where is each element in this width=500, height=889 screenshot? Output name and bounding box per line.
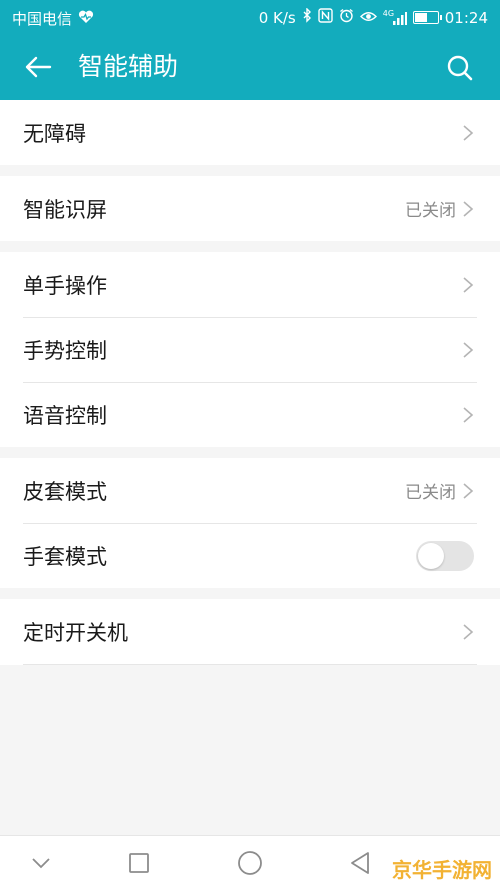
signal-label: 4G xyxy=(382,8,395,18)
chevron-right-icon xyxy=(463,406,474,423)
row-label: 智能识屏 xyxy=(23,197,107,222)
page-title: 智能辅助 xyxy=(78,52,179,81)
row-flip-cover-mode[interactable]: 皮套模式 已关闭 xyxy=(0,458,500,523)
row-glove-mode: 手套模式 xyxy=(0,523,500,588)
settings-group: 单手操作 手势控制 语音控制 xyxy=(0,252,500,447)
triangle-back-icon xyxy=(351,852,369,874)
row-label: 皮套模式 xyxy=(23,479,107,504)
row-scheduled-power[interactable]: 定时开关机 xyxy=(0,599,500,664)
chevron-right-icon xyxy=(463,276,474,293)
row-label: 语音控制 xyxy=(23,403,107,428)
settings-group: 定时开关机 xyxy=(0,599,500,665)
row-smart-screen-recognition[interactable]: 智能识屏 已关闭 xyxy=(0,176,500,241)
circle-icon xyxy=(238,851,262,875)
settings-group: 无障碍 xyxy=(0,100,500,165)
chevron-right-icon xyxy=(463,341,474,358)
chevron-right-icon xyxy=(463,200,474,217)
chevron-down-icon xyxy=(32,858,50,869)
carrier-label: 中国电信 xyxy=(12,10,73,28)
watermark: 京华手游网 xyxy=(392,854,492,883)
settings-group: 智能识屏 已关闭 xyxy=(0,176,500,241)
chevron-right-icon xyxy=(463,482,474,499)
settings-group: 皮套模式 已关闭 手套模式 xyxy=(0,458,500,588)
row-label: 手势控制 xyxy=(23,338,107,363)
row-gesture-control[interactable]: 手势控制 xyxy=(0,317,500,382)
settings-list: 无障碍 智能识屏 已关闭 单手操作 手势控制 语音控制 皮套模式 已关闭 手套模… xyxy=(0,100,500,665)
watermark-text: 京华手游网 xyxy=(392,858,492,882)
toggle-knob xyxy=(418,542,444,569)
row-label: 单手操作 xyxy=(23,273,107,298)
divider xyxy=(23,664,477,665)
clock: 01:24 xyxy=(444,8,488,27)
glove-mode-toggle[interactable] xyxy=(416,540,474,571)
search-button[interactable] xyxy=(440,50,480,86)
row-label: 定时开关机 xyxy=(23,620,128,645)
eye-icon xyxy=(359,9,377,27)
search-icon xyxy=(447,55,473,81)
chevron-right-icon xyxy=(463,623,474,640)
battery-icon xyxy=(412,11,442,24)
square-icon xyxy=(129,853,149,873)
home-button[interactable] xyxy=(230,848,270,878)
status-bar: 中国电信 0 K/s 4G 01:24 xyxy=(0,0,500,34)
back-arrow-icon xyxy=(25,56,52,78)
recents-button[interactable] xyxy=(119,848,159,878)
status-text: 已关闭 xyxy=(405,201,456,221)
navigation-bar: 京华手游网 xyxy=(0,835,500,889)
battery-fill xyxy=(414,13,427,22)
status-text: 已关闭 xyxy=(405,483,456,503)
row-one-handed-mode[interactable]: 单手操作 xyxy=(0,252,500,317)
chevron-right-icon xyxy=(463,124,474,141)
heartbeat-icon xyxy=(78,10,94,28)
nfc-icon xyxy=(318,8,333,27)
bluetooth-icon xyxy=(302,7,312,27)
network-speed: 0 K/s xyxy=(258,8,296,27)
back-button[interactable] xyxy=(18,49,58,85)
row-voice-control[interactable]: 语音控制 xyxy=(0,382,500,447)
back-nav-button[interactable] xyxy=(340,848,380,878)
alarm-icon xyxy=(339,8,354,27)
row-accessibility[interactable]: 无障碍 xyxy=(0,100,500,165)
row-label: 手套模式 xyxy=(23,544,107,569)
row-label: 无障碍 xyxy=(23,121,86,146)
signal-icon: 4G xyxy=(382,8,407,25)
app-bar: 智能辅助 xyxy=(0,34,500,100)
hide-nav-button[interactable] xyxy=(21,848,61,878)
